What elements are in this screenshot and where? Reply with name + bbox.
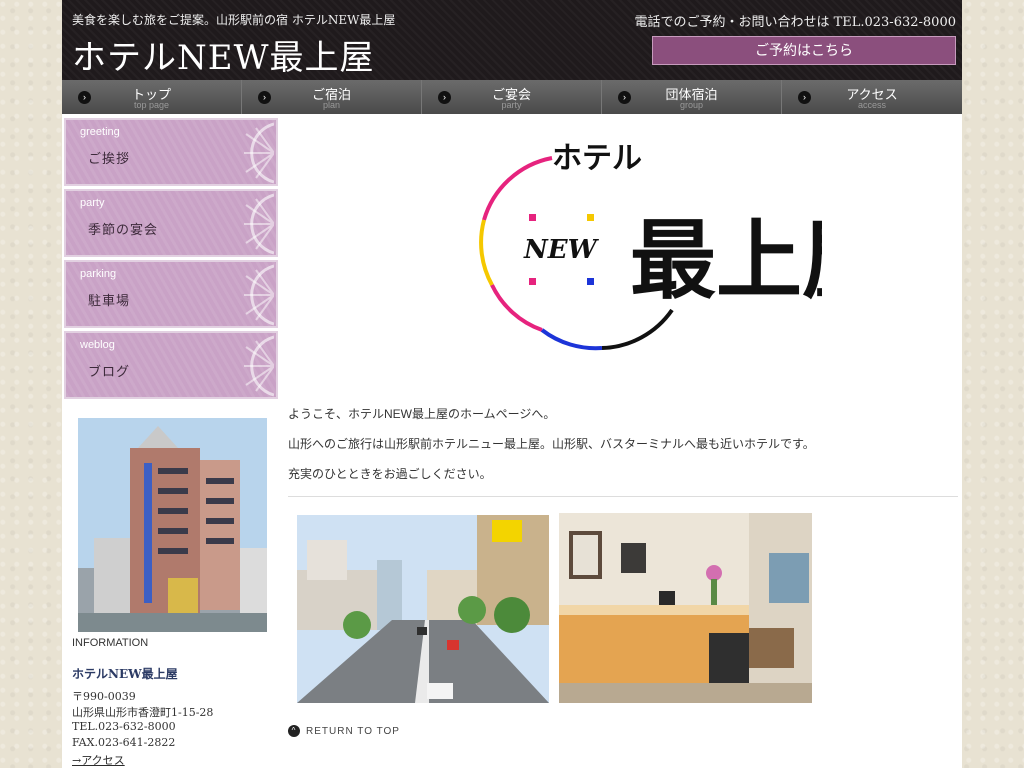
- info-access-row: →アクセス: [72, 752, 125, 768]
- site-header: 美食を楽しむ旅をご提案。山形駅前の宿 ホテルNEW最上屋 ホテルNEW最上屋 電…: [62, 0, 962, 80]
- fan-ornament-icon: [244, 193, 274, 255]
- info-tel: TEL.023-632-8000: [72, 720, 176, 733]
- sidebar-item-label: ご挨拶: [88, 152, 131, 167]
- return-to-top-label: RETURN TO TOP: [306, 725, 400, 737]
- header-phone: 電話でのご予約・お問い合わせは TEL.023-632-8000: [634, 15, 956, 30]
- sidebar-item-en-label: greeting: [80, 126, 120, 138]
- front-desk-photo: [559, 513, 812, 703]
- nav-item-party[interactable]: › ご宴会 party: [422, 80, 602, 114]
- sidebar-item-label: ブログ: [88, 365, 131, 380]
- sidebar-menu: greeting ご挨拶 party 季節の宴会 parking 駐車場 web…: [64, 118, 280, 402]
- welcome-text-1: ようこそ、ホテルNEW最上屋のホームページへ。: [288, 407, 556, 421]
- logo-hotel-text: ホテル: [552, 141, 642, 176]
- site-title[interactable]: ホテルNEW最上屋: [72, 30, 375, 79]
- sidebar-item-weblog[interactable]: weblog ブログ: [64, 331, 278, 399]
- fan-ornament-icon: [244, 264, 274, 326]
- station-street-photo: [297, 515, 549, 703]
- nav-item-plan[interactable]: › ご宿泊 plan: [242, 80, 422, 114]
- fan-ornament-icon: [244, 122, 274, 184]
- logo-name-text: 最上屋: [630, 210, 822, 311]
- nav-item-top[interactable]: › トップ top page: [62, 80, 242, 114]
- sidebar-item-greeting[interactable]: greeting ご挨拶: [64, 118, 278, 186]
- sidebar-item-label: 季節の宴会: [88, 223, 159, 238]
- info-zip: 〒990-0039: [72, 690, 136, 703]
- welcome-text-2: 山形へのご旅行は山形駅前ホテルニュー最上屋。山形駅、バスターミナルへ最も近いホテ…: [288, 437, 815, 451]
- header-tagline: 美食を楽しむ旅をご提案。山形駅前の宿 ホテルNEW最上屋: [72, 13, 396, 27]
- return-to-top-link[interactable]: ^ RETURN TO TOP: [288, 725, 400, 737]
- nav-sublabel: party: [501, 100, 522, 110]
- info-label: INFORMATION: [72, 637, 149, 649]
- nav-sublabel: plan: [322, 100, 340, 110]
- welcome-text-3: 充実のひとときをお過ごしください。: [288, 467, 492, 481]
- nav-sublabel: top page: [133, 100, 170, 110]
- fan-ornament-icon: [244, 335, 274, 397]
- nav-sublabel: access: [857, 100, 886, 110]
- sidebar-item-en-label: parking: [80, 268, 117, 280]
- info-hotel-name: ホテルNEW最上屋: [72, 667, 178, 681]
- hotel-logo: ホテル NEW 最上屋: [479, 141, 822, 351]
- global-nav: › トップ top page › ご宿泊 plan › ご宴会 party › …: [62, 80, 962, 114]
- arrow-up-icon: ^: [288, 725, 300, 737]
- nav-sublabel: group: [679, 100, 704, 110]
- page-wrapper: 美食を楽しむ旅をご提案。山形駅前の宿 ホテルNEW最上屋 ホテルNEW最上屋 電…: [62, 0, 962, 768]
- info-address: 山形県山形市香澄町1-15-28: [72, 706, 214, 719]
- sidebar-item-label: 駐車場: [88, 294, 131, 309]
- info-fax: FAX.023-641-2822: [72, 736, 176, 749]
- nav-item-group[interactable]: › 団体宿泊 group: [602, 80, 782, 114]
- sidebar-item-parking[interactable]: parking 駐車場: [64, 260, 278, 328]
- sidebar-item-en-label: party: [80, 197, 105, 209]
- hotel-building-photo: [78, 418, 267, 632]
- logo-new-text: NEW: [523, 235, 600, 265]
- access-link[interactable]: →アクセス: [72, 754, 125, 767]
- reserve-button[interactable]: ご予約はこちら: [652, 36, 956, 65]
- sidebar-item-en-label: weblog: [80, 339, 115, 351]
- sidebar-item-party[interactable]: party 季節の宴会: [64, 189, 278, 257]
- content-divider: [288, 496, 958, 497]
- nav-item-access[interactable]: › アクセス access: [782, 80, 962, 114]
